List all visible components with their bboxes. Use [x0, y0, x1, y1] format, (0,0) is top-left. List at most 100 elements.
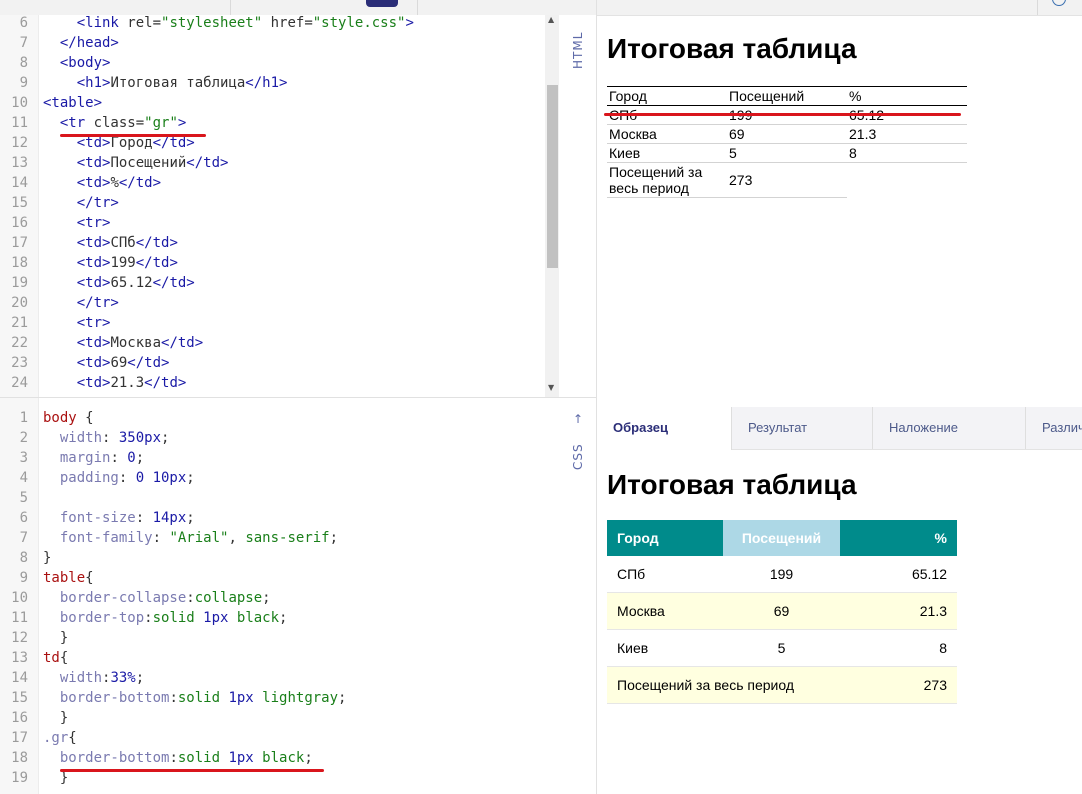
code-token: }: [43, 710, 69, 726]
code-line[interactable]: padding: 0 10px;: [43, 468, 195, 488]
code-token: }: [43, 770, 69, 786]
code-token: :: [169, 750, 178, 766]
tab-overlay[interactable]: Наложение: [873, 407, 1026, 449]
code-line[interactable]: <td>%</td>: [43, 173, 161, 193]
code-line[interactable]: }: [43, 548, 51, 568]
code-line[interactable]: }: [43, 708, 68, 728]
line-number: 15: [11, 195, 28, 211]
code-token: body: [43, 410, 86, 426]
code-line[interactable]: </tr>: [43, 193, 119, 213]
table-row: Посещений за весь период 273: [607, 162, 967, 198]
code-line[interactable]: <h1>Итоговая таблица</h1>: [43, 73, 288, 93]
code-line[interactable]: <td>СПб</td>: [43, 233, 178, 253]
code-line[interactable]: <link rel="stylesheet" href="style.css">: [43, 15, 414, 33]
code-line[interactable]: border-collapse:collapse;: [43, 588, 271, 608]
code-line[interactable]: .gr{: [43, 728, 77, 748]
code-token: </td>: [135, 255, 178, 271]
scroll-up-arrow-icon[interactable]: ▲: [548, 15, 554, 24]
code-line[interactable]: <table>: [43, 93, 102, 113]
line-number: 23: [11, 355, 28, 371]
code-line[interactable]: td{: [43, 648, 68, 668]
code-line[interactable]: width:33%;: [43, 668, 144, 688]
code-line[interactable]: border-bottom:solid 1px lightgray;: [43, 688, 347, 708]
code-token: >: [177, 115, 187, 131]
code-token: </td>: [152, 135, 195, 151]
code-token: .gr: [43, 730, 69, 746]
scroll-thumb[interactable]: [547, 85, 558, 268]
tab-diff[interactable]: Различ: [1026, 407, 1082, 449]
css-editor-label: CSS: [571, 443, 585, 470]
line-number: 18: [11, 255, 28, 271]
table-row: Москва 69 21.3: [607, 592, 957, 630]
code-line[interactable]: <td>21.3</td>: [43, 373, 187, 393]
code-token: border-bottom: [43, 750, 170, 766]
code-token: ;: [262, 590, 271, 606]
line-number: 19: [11, 770, 28, 786]
html-scrollbar[interactable]: ▲ ▼: [545, 15, 559, 397]
arrow-up-icon[interactable]: ↑: [573, 412, 583, 426]
panel-divider[interactable]: [596, 0, 597, 794]
code-line[interactable]: <tr class="gr">: [43, 113, 186, 133]
code-token: <td>: [43, 135, 111, 151]
code-token: solid: [177, 690, 229, 706]
code-line[interactable]: body {: [43, 408, 94, 428]
table-cell: 199: [723, 556, 840, 593]
editor-tab[interactable]: [230, 0, 401, 15]
code-token: black: [262, 750, 305, 766]
code-token: {: [85, 410, 94, 426]
line-number: 6: [19, 510, 28, 526]
globe-icon[interactable]: [1052, 0, 1066, 6]
result-table: Город Посещений % СПб 199 65.12 Москва 6…: [607, 86, 967, 198]
code-token: }: [43, 550, 52, 566]
css-editor[interactable]: 1 2 3 4 5 6 7 8 9 10 11 12 13 14 15 16 17 18 19 body { wid…: [0, 398, 596, 794]
code-line[interactable]: width: 350px;: [43, 428, 170, 448]
line-number: 3: [19, 450, 28, 466]
table-cell: Посещений за весь период: [607, 666, 840, 704]
code-line[interactable]: <td>Посещений</td>: [43, 153, 229, 173]
code-line[interactable]: font-size: 14px;: [43, 508, 195, 528]
code-token: <body>: [43, 55, 111, 71]
code-token: border-top: [43, 610, 145, 626]
code-token: </td>: [186, 155, 229, 171]
code-token: </td>: [152, 275, 195, 291]
table-row: Киев 5 8: [607, 143, 967, 163]
code-line[interactable]: border-bottom:solid 1px black;: [43, 748, 313, 768]
tab-result[interactable]: Результат: [732, 407, 873, 449]
line-number: 17: [11, 235, 28, 251]
line-number: 1: [19, 410, 28, 426]
code-line[interactable]: margin: 0;: [43, 448, 144, 468]
line-number: 7: [19, 35, 28, 51]
code-line[interactable]: <td>Москва</td>: [43, 333, 203, 353]
table-cell: 65.12: [840, 556, 957, 593]
code-line[interactable]: <td>65.12</td>: [43, 273, 195, 293]
code-line[interactable]: table{: [43, 568, 94, 588]
table-cell: 69: [723, 592, 840, 630]
code-token: </td>: [135, 235, 178, 251]
code-line[interactable]: }: [43, 628, 68, 648]
code-line[interactable]: border-top:solid 1px black;: [43, 608, 288, 628]
code-token: 1px: [228, 750, 263, 766]
line-number: 6: [19, 15, 28, 31]
code-token: :: [169, 690, 178, 706]
table-row: Киев 5 8: [607, 629, 957, 667]
code-token: <td>: [43, 175, 111, 191]
code-line[interactable]: <td>199</td>: [43, 253, 178, 273]
code-token: solid: [152, 610, 204, 626]
code-line[interactable]: <tr>: [43, 213, 111, 233]
red-underline-annotation: [60, 769, 324, 772]
line-number: 20: [11, 295, 28, 311]
code-token: :: [152, 530, 170, 546]
code-line[interactable]: </head>: [43, 33, 119, 53]
code-token: ;: [186, 510, 195, 526]
html-editor[interactable]: 6 7 8 9 10 11 12 13 14 15 16 17 18 19 20 21 22 23 24 <link…: [0, 15, 596, 397]
code-line[interactable]: <td>69</td>: [43, 353, 170, 373]
line-number: 2: [19, 430, 28, 446]
code-line[interactable]: </tr>: [43, 293, 119, 313]
tab-sample[interactable]: Образец: [597, 407, 732, 450]
code-line[interactable]: <body>: [43, 53, 111, 73]
scroll-down-arrow-icon[interactable]: ▼: [548, 383, 554, 392]
code-line[interactable]: <tr>: [43, 313, 111, 333]
code-line[interactable]: font-family: "Arial", sans-serif;: [43, 528, 338, 548]
code-token: 1px: [203, 610, 237, 626]
code-token: :: [110, 450, 128, 466]
